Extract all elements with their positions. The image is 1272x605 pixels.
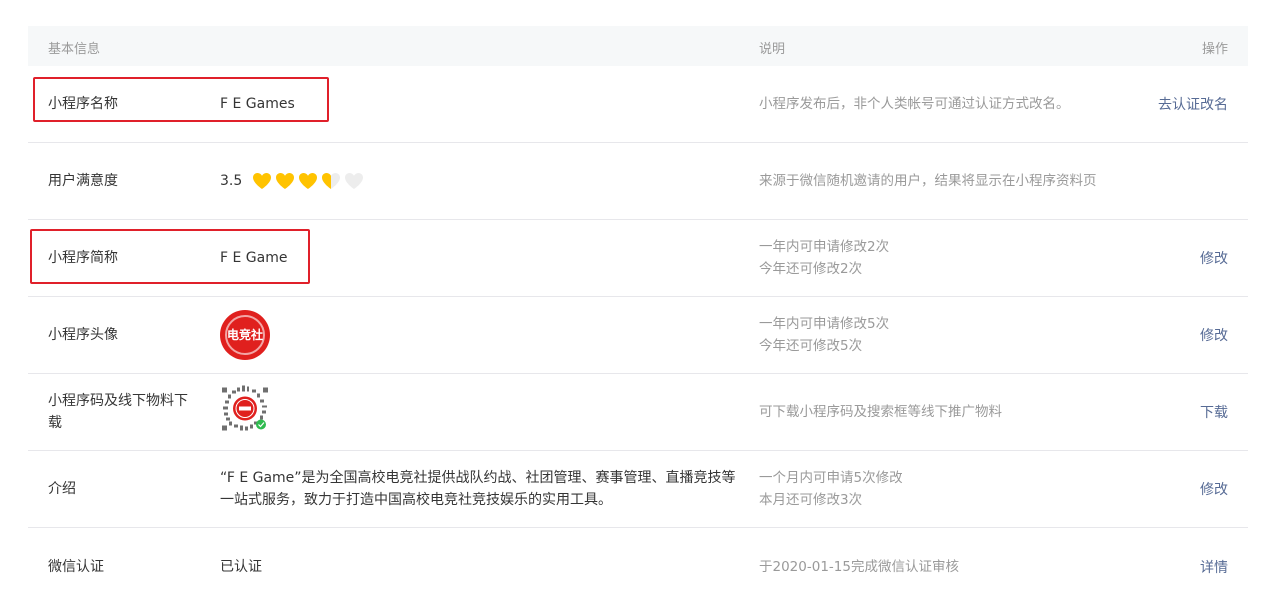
row-label: 微信认证	[48, 558, 104, 575]
desc-line-1: 一年内可申请修改5次	[759, 316, 890, 332]
table-row-avatar: 小程序头像 电竞社 一年内可申请修改5次 今年还可修改5次 修改	[28, 297, 1248, 374]
header-info: 基本信息	[48, 42, 101, 57]
table-row-qrcode: 小程序码及线下物料下载 可下载小程序码及搜索框等线下推广物料 下载	[28, 374, 1248, 451]
edit-avatar-link[interactable]: 修改	[1200, 325, 1228, 345]
rating-hearts	[252, 172, 364, 190]
download-link[interactable]: 下载	[1200, 402, 1228, 422]
desc-line-1: 一年内可申请修改2次	[759, 239, 890, 255]
heart-icon	[253, 173, 272, 189]
rating-value: 3.5	[220, 173, 243, 189]
row-desc: 一年内可申请修改5次 今年还可修改5次	[759, 313, 889, 357]
app-avatar: 电竞社	[220, 310, 270, 360]
certification-status: 已认证	[220, 558, 262, 575]
row-desc: 小程序发布后，非个人类帐号可通过认证方式改名。	[759, 96, 1070, 112]
mini-program-code-icon	[222, 385, 268, 431]
avatar-value: 电竞社	[220, 310, 270, 360]
certify-rename-link[interactable]: 去认证改名	[1158, 94, 1228, 114]
edit-short-name-link[interactable]: 修改	[1200, 248, 1228, 268]
desc-line-2: 本月还可修改3次	[759, 492, 863, 508]
desc-line-1: 一个月内可申请5次修改	[759, 470, 903, 486]
row-desc: 可下载小程序码及搜索框等线下推广物料	[759, 404, 1002, 420]
heart-icon	[322, 173, 341, 189]
row-desc: 来源于微信随机邀请的用户，结果将显示在小程序资料页	[759, 173, 1097, 189]
heart-icon	[299, 173, 318, 189]
row-desc: 一年内可申请修改2次 今年还可修改2次	[759, 236, 889, 280]
desc-line-2: 今年还可修改2次	[759, 261, 863, 277]
row-label: 小程序头像	[48, 327, 118, 343]
header-op: 操作	[1201, 42, 1228, 57]
table-row-rating: 用户满意度 3.5 来源于微信随机邀请的用户，结果将显示在小程序资料页	[28, 143, 1248, 220]
heart-icon	[345, 173, 364, 189]
table-header: 基本信息 说明 操作	[28, 26, 1248, 66]
highlight-box-name	[33, 77, 329, 122]
row-label: 介绍	[48, 481, 76, 497]
highlight-box-short-name	[30, 229, 310, 284]
row-label: 用户满意度	[48, 173, 118, 189]
avatar-logo: 电竞社	[225, 315, 265, 355]
row-desc: 于2020-01-15完成微信认证审核	[759, 558, 959, 575]
table-row-certification: 微信认证 已认证 于2020-01-15完成微信认证审核 详情	[28, 528, 1248, 605]
heart-icon	[276, 173, 295, 189]
header-desc: 说明	[759, 42, 786, 57]
rating-display: 3.5	[220, 170, 364, 192]
table-row-intro: 介绍 “F E Game”是为全国高校电竞社提供战队约战、社团管理、赛事管理、直…	[28, 451, 1248, 528]
row-label: 小程序码及线下物料下载	[48, 393, 188, 431]
edit-intro-link[interactable]: 修改	[1200, 479, 1228, 499]
qrcode-value	[220, 384, 270, 441]
intro-value: “F E Game”是为全国高校电竞社提供战队约战、社团管理、赛事管理、直播竞技…	[220, 470, 736, 508]
row-desc: 一个月内可申请5次修改 本月还可修改3次	[759, 467, 903, 511]
desc-line-2: 今年还可修改5次	[759, 338, 863, 354]
certification-details-link[interactable]: 详情	[1200, 557, 1228, 577]
